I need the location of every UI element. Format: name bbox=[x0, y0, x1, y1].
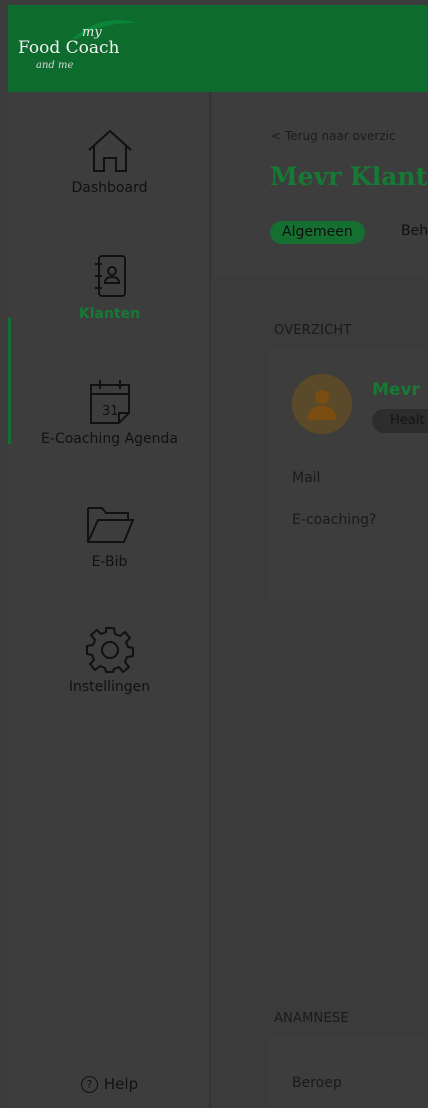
field-label-ecoaching: E-coaching? bbox=[292, 512, 377, 528]
contacts-book-icon bbox=[94, 255, 126, 297]
avatar-head bbox=[315, 390, 329, 404]
gear-icon bbox=[85, 627, 134, 673]
chevron-left-icon: < bbox=[271, 129, 285, 143]
tab-algemeen[interactable]: Algemeen bbox=[270, 221, 365, 244]
page-title: Mevr Klant bbox=[270, 162, 428, 191]
folder-icon bbox=[86, 507, 134, 543]
page-header: < Terug naar overzic Mevr Klant Algemeen… bbox=[213, 92, 428, 277]
help-link[interactable]: ? Help bbox=[8, 1075, 211, 1093]
calendar-icon: 31 bbox=[89, 380, 130, 424]
svg-text:31: 31 bbox=[102, 404, 119, 419]
sidebar: Dashboard Klanten 31 E-Coaching Agenda E bbox=[8, 92, 211, 1108]
client-name: Mevr bbox=[372, 380, 420, 400]
sidebar-item-ebib[interactable]: E-Bib bbox=[8, 502, 211, 570]
sidebar-item-label: E-Coaching Agenda bbox=[41, 431, 178, 447]
sidebar-item-label: Klanten bbox=[78, 306, 141, 322]
field-label-mail: Mail bbox=[292, 470, 321, 486]
sidebar-item-label: Dashboard bbox=[71, 180, 148, 196]
logo-food-coach: Food Coach bbox=[18, 38, 120, 58]
avatar bbox=[292, 374, 352, 434]
help-label: Help bbox=[103, 1075, 139, 1093]
home-icon bbox=[87, 129, 132, 172]
logo[interactable]: my Food Coach and me bbox=[18, 19, 168, 77]
sidebar-item-label: E-Bib bbox=[91, 554, 128, 570]
top-bar: my Food Coach and me bbox=[8, 5, 428, 92]
back-link[interactable]: < Terug naar overzic bbox=[271, 129, 396, 143]
back-link-label: Terug naar overzic bbox=[284, 129, 396, 143]
section-title-anamnese: ANAMNESE bbox=[274, 1011, 349, 1026]
sidebar-item-dashboard[interactable]: Dashboard bbox=[8, 128, 211, 196]
sidebar-item-instellingen[interactable]: Instellingen bbox=[8, 625, 211, 695]
help-icon: ? bbox=[80, 1076, 98, 1093]
tab-behandeling[interactable]: Beh bbox=[401, 223, 428, 239]
anamnese-card: Beroep bbox=[269, 1037, 428, 1108]
logo-and-me: and me bbox=[36, 60, 74, 71]
main-content: < Terug naar overzic Mevr Klant Algemeen… bbox=[213, 92, 428, 1108]
avatar-body bbox=[308, 406, 336, 420]
overview-card: Mevr Healt Mail E-coaching? bbox=[269, 349, 428, 600]
sidebar-item-agenda[interactable]: 31 E-Coaching Agenda bbox=[8, 377, 211, 447]
field-label-beroep: Beroep bbox=[292, 1075, 342, 1091]
section-title-overzicht: OVERZICHT bbox=[274, 323, 352, 338]
status-badge: Healt bbox=[372, 409, 428, 433]
sidebar-item-klanten[interactable]: Klanten bbox=[8, 252, 211, 322]
sidebar-item-label: Instellingen bbox=[68, 679, 151, 695]
